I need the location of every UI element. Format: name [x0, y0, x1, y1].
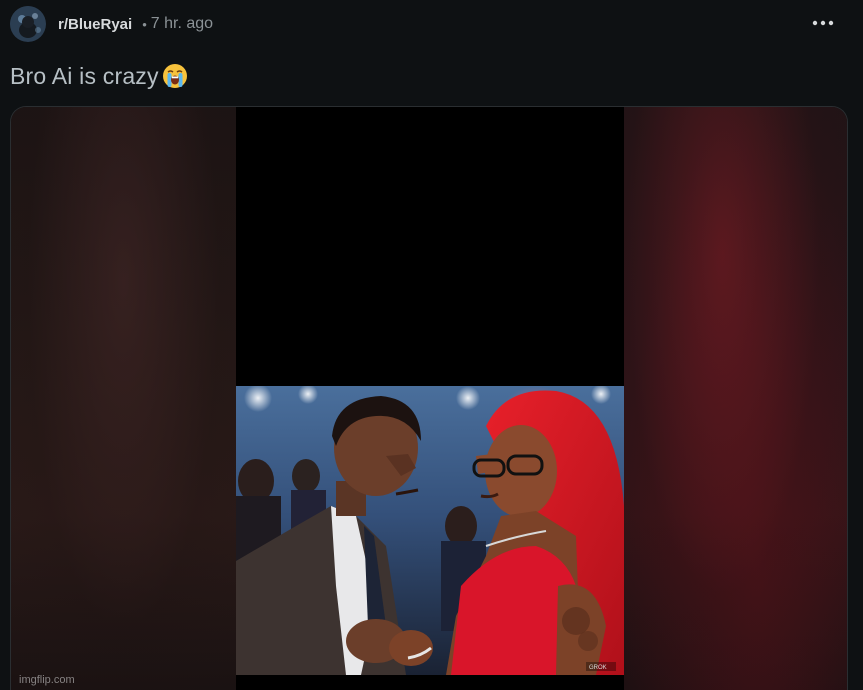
- photo-tag: GROK: [589, 665, 607, 671]
- loudly-crying-face-icon: [162, 64, 187, 88]
- community-avatar[interactable]: [10, 6, 46, 42]
- post-media[interactable]: GROK imgflip.com: [10, 106, 848, 690]
- post-container: r/BlueRyai • 7 hr. ago Bro Ai is crazy G…: [0, 0, 863, 690]
- more-options-icon[interactable]: [811, 13, 835, 33]
- post-title-row[interactable]: Bro Ai is crazy: [10, 58, 188, 94]
- meta-separator: •: [142, 16, 147, 32]
- imgflip-watermark: imgflip.com: [19, 674, 75, 686]
- post-title[interactable]: Bro Ai is crazy: [10, 63, 159, 90]
- media-blur-background-right: [621, 107, 847, 690]
- community-link[interactable]: r/BlueRyai: [58, 16, 132, 33]
- media-blur-background-left: [11, 107, 236, 690]
- post-header: r/BlueRyai • 7 hr. ago: [10, 5, 853, 43]
- post-image[interactable]: GROK: [236, 386, 624, 675]
- image-frame[interactable]: GROK: [236, 107, 624, 690]
- post-timestamp: 7 hr. ago: [150, 15, 214, 32]
